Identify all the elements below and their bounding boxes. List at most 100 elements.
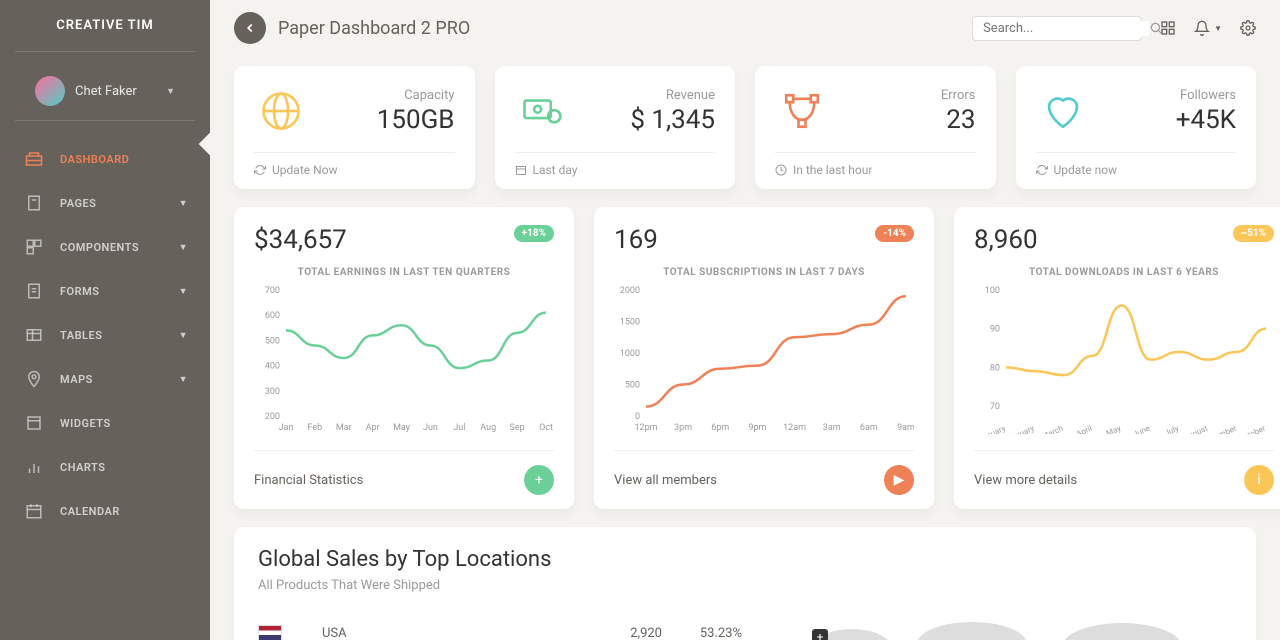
svg-text:80: 80 (990, 363, 1000, 373)
stat-card: Followers+45KUpdate now (1016, 66, 1257, 189)
svg-text:9am: 9am (897, 423, 914, 433)
global-table: USA2,92053.23% (258, 619, 742, 640)
plus-icon[interactable]: + (524, 465, 554, 495)
info-icon[interactable]: i (1244, 465, 1274, 495)
svg-text:June: June (1132, 424, 1152, 434)
sidebar-item-tables[interactable]: TABLES▼ (0, 313, 210, 357)
sidebar-item-label: TABLES (60, 329, 179, 342)
sidebar-item-dashboard[interactable]: DASHBOARD (0, 137, 210, 181)
chart-value: $34,657 (254, 225, 347, 255)
stat-label: Revenue (569, 88, 716, 103)
value-cell: 2,920 (562, 626, 662, 640)
user-menu[interactable]: Chet Faker ▼ (15, 62, 195, 121)
stat-footer-text: In the last hour (793, 163, 872, 177)
svg-text:400: 400 (265, 362, 280, 372)
sidebar-item-label: PAGES (60, 197, 179, 210)
world-map[interactable]: + (772, 619, 1252, 640)
gear-icon[interactable] (1240, 20, 1256, 36)
stat-footer[interactable]: Update now (1036, 152, 1237, 177)
calendar-icon (22, 501, 46, 521)
chart-value: 169 (614, 225, 658, 255)
stat-value: $ 1,345 (569, 105, 716, 135)
components-icon (22, 237, 46, 257)
sidebar-item-forms[interactable]: FORMS▼ (0, 269, 210, 313)
caret-down-icon: ▼ (179, 198, 188, 209)
caret-down-icon: ▼ (179, 242, 188, 253)
svg-text:Apr: Apr (366, 423, 380, 433)
money-icon (515, 84, 569, 138)
play-icon[interactable]: ▶ (884, 465, 914, 495)
sidebar-item-widgets[interactable]: WIDGETS (0, 401, 210, 445)
sidebar-item-label: COMPONENTS (60, 241, 179, 254)
widgets-icon (22, 413, 46, 433)
search-input[interactable] (983, 21, 1149, 36)
stat-footer-text: Update Now (272, 163, 338, 177)
pages-icon (22, 193, 46, 213)
svg-text:Mar: Mar (336, 423, 352, 433)
stat-card: Errors23In the last hour (755, 66, 996, 189)
svg-text:1000: 1000 (620, 349, 640, 359)
sidebar-item-components[interactable]: COMPONENTS▼ (0, 225, 210, 269)
svg-text:May: May (1105, 424, 1123, 434)
chart-footer-text[interactable]: View all members (614, 473, 717, 488)
grid-icon[interactable] (1160, 20, 1176, 36)
chart-badge: -14% (875, 225, 914, 242)
caret-down-icon: ▼ (166, 86, 175, 97)
caret-down-icon: ▼ (179, 330, 188, 341)
clock-icon (775, 164, 787, 176)
back-button[interactable] (234, 12, 266, 44)
map-zoom-in[interactable]: + (812, 629, 828, 640)
flag-icon (258, 625, 282, 640)
svg-text:October: October (1237, 424, 1267, 434)
chart-svg: 200300400500600700JanFebMarAprMayJunJulA… (254, 284, 554, 434)
sidebar-item-calendar[interactable]: CALENDAR (0, 489, 210, 533)
caret-down-icon: ▼ (179, 374, 188, 385)
sidebar-item-label: MAPS (60, 373, 179, 386)
charts-icon (22, 457, 46, 477)
sidebar-item-label: CALENDAR (60, 505, 188, 518)
chart-footer-text[interactable]: Financial Statistics (254, 473, 363, 488)
chart-card: 169-14%TOTAL SUBSCRIPTIONS IN LAST 7 DAY… (594, 207, 934, 509)
forms-icon (22, 281, 46, 301)
page-title: Paper Dashboard 2 PRO (278, 18, 972, 39)
tables-icon (22, 325, 46, 345)
sidebar-item-label: DASHBOARD (60, 153, 188, 166)
stat-label: Followers (1090, 88, 1237, 103)
stats-row: Capacity150GBUpdate Now Revenue $ 1,345 Las… (234, 66, 1256, 189)
main: Paper Dashboard 2 PRO ▼ Capacity150GBUpd… (210, 0, 1280, 640)
chart-body: 708090100JanuaryFebruaryMarchAprilMayJun… (974, 284, 1274, 434)
sidebar-item-maps[interactable]: MAPS▼ (0, 357, 210, 401)
svg-text:April: April (1075, 424, 1094, 434)
sidebar-item-charts[interactable]: CHARTS (0, 445, 210, 489)
chart-title: TOTAL DOWNLOADS IN LAST 6 YEARS (974, 267, 1274, 278)
stat-footer-text: Update now (1054, 163, 1118, 177)
svg-text:January: January (977, 424, 1007, 434)
svg-text:6pm: 6pm (711, 423, 729, 433)
stat-card: Capacity150GBUpdate Now (234, 66, 475, 189)
global-title: Global Sales by Top Locations (258, 547, 1232, 572)
table-row: USA2,92053.23% (258, 619, 742, 640)
bell-icon[interactable]: ▼ (1194, 20, 1222, 36)
chart-footer-text[interactable]: View more details (974, 473, 1077, 488)
svg-text:90: 90 (990, 325, 1000, 335)
country-cell: USA (322, 626, 562, 640)
brand[interactable]: CREATIVE TIM (15, 0, 195, 52)
chart-svg: 708090100JanuaryFebruaryMarchAprilMayJun… (974, 284, 1274, 434)
topbar: Paper Dashboard 2 PRO ▼ (210, 0, 1280, 54)
chart-card: 8,960~51%TOTAL DOWNLOADS IN LAST 6 YEARS… (954, 207, 1280, 509)
svg-text:12am: 12am (783, 423, 806, 433)
svg-text:9pm: 9pm (748, 423, 766, 433)
stat-footer[interactable]: In the last hour (775, 152, 976, 177)
sidebar-item-label: WIDGETS (60, 417, 188, 430)
stat-footer[interactable]: Update Now (254, 152, 455, 177)
search-box[interactable] (972, 16, 1142, 41)
stat-footer[interactable]: Last day (515, 152, 716, 177)
sidebar-item-pages[interactable]: PAGES▼ (0, 181, 210, 225)
svg-text:600: 600 (265, 311, 280, 321)
chart-body: 200300400500600700JanFebMarAprMayJunJulA… (254, 284, 554, 434)
chart-title: TOTAL EARNINGS IN LAST TEN QUARTERS (254, 267, 554, 278)
svg-text:Sep: Sep (510, 423, 525, 433)
svg-text:1500: 1500 (620, 318, 640, 328)
svg-text:700: 700 (265, 286, 280, 296)
svg-text:Jul: Jul (453, 423, 465, 433)
